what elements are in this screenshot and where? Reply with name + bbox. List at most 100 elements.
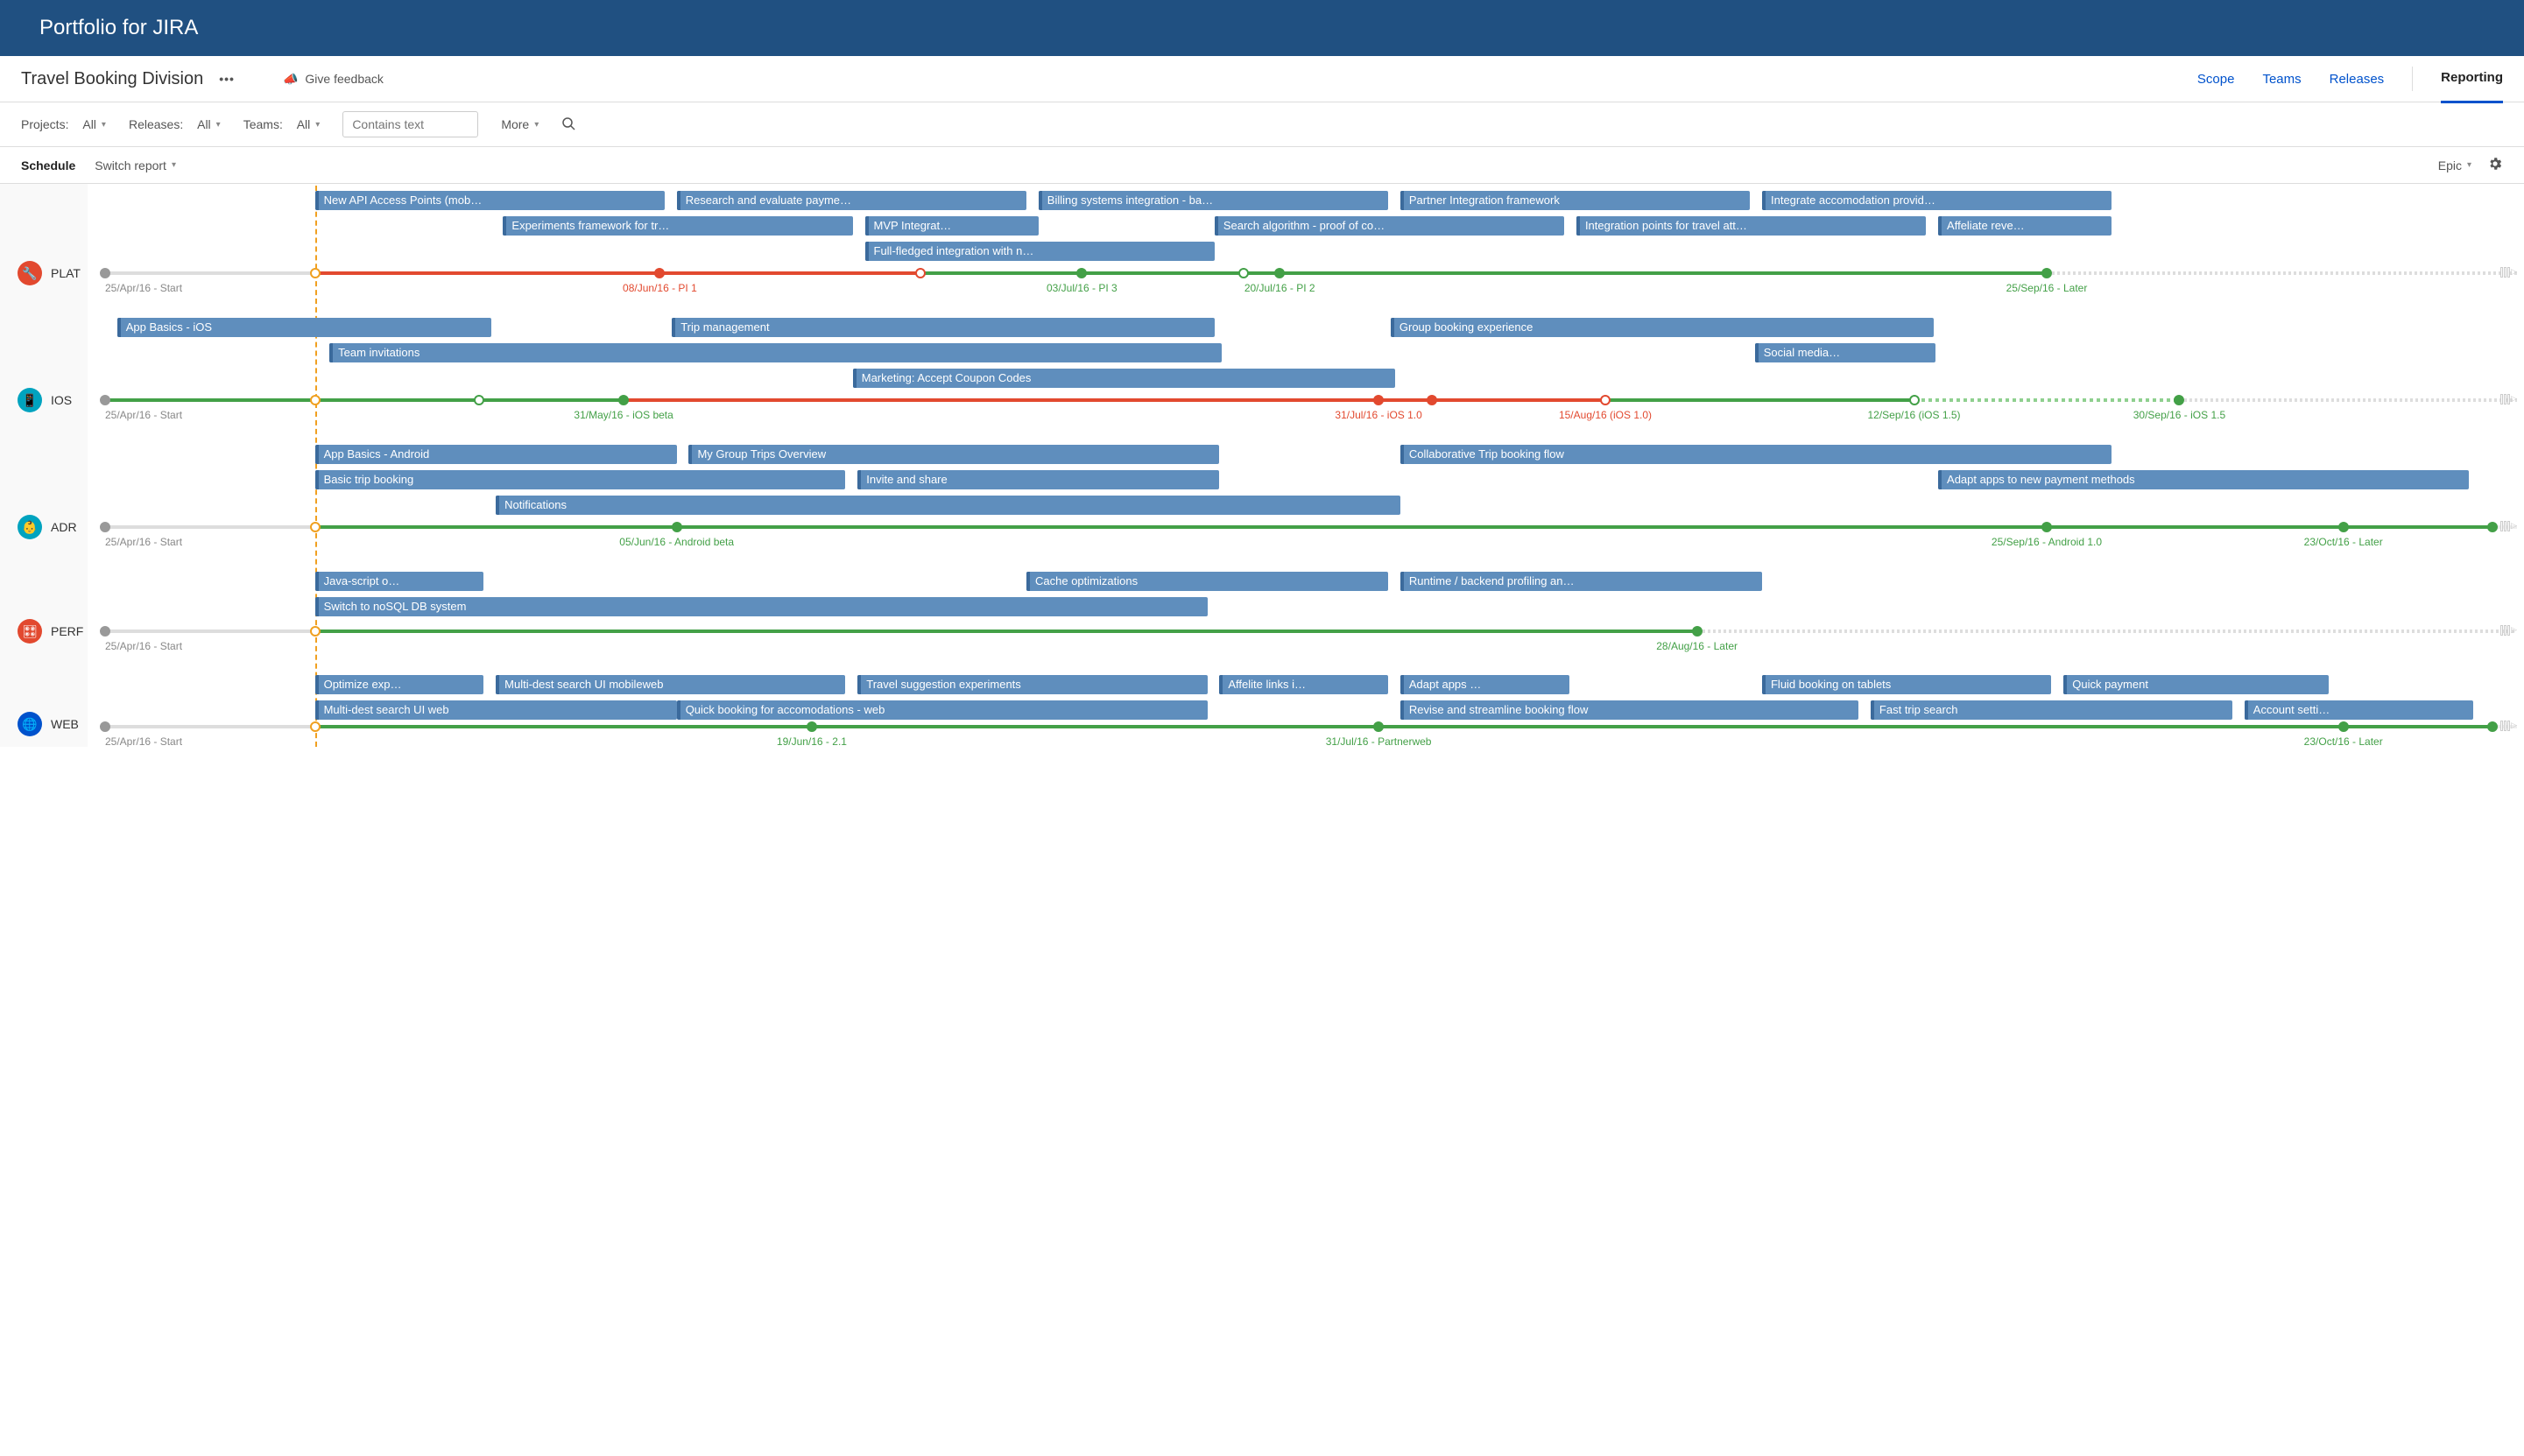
track-overflow-icon: ▷: [2500, 721, 2517, 731]
epic-bar[interactable]: Trip management: [672, 318, 1215, 337]
epic-bar[interactable]: Java-script o…: [315, 572, 484, 591]
epic-bar[interactable]: Marketing: Accept Coupon Codes: [853, 369, 1396, 388]
epic-bar[interactable]: Research and evaluate payme…: [677, 191, 1026, 210]
epic-bar[interactable]: Partner Integration framework: [1400, 191, 1750, 210]
team-label: IOS: [51, 393, 72, 407]
track-overflow-icon: ▷: [2500, 394, 2517, 404]
epic-bar[interactable]: Group booking experience: [1391, 318, 1934, 337]
epic-bar[interactable]: Revise and streamline booking flow: [1400, 700, 1858, 720]
epic-bar[interactable]: MVP Integrat…: [865, 216, 1039, 236]
epic-bar[interactable]: Quick booking for accomodations - web: [677, 700, 1208, 720]
nav-tabs: Scope Teams Releases Reporting: [2197, 67, 2503, 91]
team-row[interactable]: 🎛PERF: [9, 619, 83, 644]
release-marker[interactable]: [310, 522, 321, 532]
epic-bar[interactable]: Collaborative Trip booking flow: [1400, 445, 2112, 464]
epic-bar[interactable]: Travel suggestion experiments: [857, 675, 1207, 694]
release-marker[interactable]: [1274, 268, 1285, 278]
release-marker[interactable]: [2041, 268, 2052, 278]
release-marker[interactable]: [100, 626, 110, 637]
release-marker[interactable]: [915, 268, 926, 278]
release-marker[interactable]: [654, 268, 665, 278]
release-marker[interactable]: [100, 522, 110, 532]
release-marker[interactable]: [310, 721, 321, 732]
release-marker[interactable]: [100, 395, 110, 405]
filter-teams[interactable]: Teams: All ▾: [243, 117, 321, 131]
epic-bar[interactable]: Social media…: [1755, 343, 1936, 362]
tab-reporting[interactable]: Reporting: [2441, 70, 2503, 103]
release-marker[interactable]: [1373, 721, 1384, 732]
epic-bar[interactable]: Integrate accomodation provid…: [1762, 191, 2112, 210]
epic-bar[interactable]: Full-fledged integration with n…: [865, 242, 1215, 261]
hierarchy-select[interactable]: Epic ▾: [2438, 158, 2471, 172]
feedback-link[interactable]: 📣 Give feedback: [283, 72, 384, 87]
chevron-down-icon: ▾: [102, 120, 106, 130]
release-marker[interactable]: [1076, 268, 1087, 278]
release-marker[interactable]: [1427, 395, 1437, 405]
team-row[interactable]: 📱IOS: [9, 388, 72, 412]
release-marker[interactable]: [2338, 721, 2349, 732]
epic-bar[interactable]: Billing systems integration - ba…: [1039, 191, 1388, 210]
team-label: PERF: [51, 624, 83, 638]
epic-bar[interactable]: Quick payment: [2063, 675, 2329, 694]
release-marker[interactable]: [1238, 268, 1249, 278]
release-marker[interactable]: [1692, 626, 1703, 637]
epic-bar[interactable]: Runtime / backend profiling an…: [1400, 572, 1762, 591]
release-marker[interactable]: [2174, 395, 2184, 405]
release-marker[interactable]: [2487, 522, 2498, 532]
epic-bar[interactable]: Adapt apps …: [1400, 675, 1569, 694]
release-marker[interactable]: [1600, 395, 1611, 405]
release-marker[interactable]: [100, 721, 110, 732]
epic-bar[interactable]: Optimize exp…: [315, 675, 484, 694]
epic-bar[interactable]: New API Access Points (mob…: [315, 191, 665, 210]
epic-bar[interactable]: Multi-dest search UI mobileweb: [496, 675, 845, 694]
epic-bar[interactable]: Account setti…: [2245, 700, 2474, 720]
epic-bar[interactable]: Switch to noSQL DB system: [315, 597, 1208, 616]
release-marker[interactable]: [672, 522, 682, 532]
tab-teams[interactable]: Teams: [2262, 72, 2301, 87]
release-marker[interactable]: [2338, 522, 2349, 532]
epic-bar[interactable]: Team invitations: [329, 343, 1222, 362]
filter-text-input[interactable]: [342, 111, 478, 137]
epic-bar[interactable]: Search algorithm - proof of co…: [1215, 216, 1564, 236]
release-marker[interactable]: [310, 395, 321, 405]
release-marker[interactable]: [1373, 395, 1384, 405]
chevron-down-icon: ▾: [534, 120, 539, 130]
epic-bar[interactable]: Cache optimizations: [1026, 572, 1388, 591]
epic-bar[interactable]: Adapt apps to new payment methods: [1938, 470, 2469, 489]
epic-bar[interactable]: Affeliate reve…: [1938, 216, 2112, 236]
release-marker[interactable]: [807, 721, 817, 732]
team-row[interactable]: 🌐WEB: [9, 712, 79, 736]
search-icon[interactable]: [561, 116, 575, 133]
release-marker[interactable]: [2487, 721, 2498, 732]
release-marker[interactable]: [2041, 522, 2052, 532]
release-marker[interactable]: [1909, 395, 1920, 405]
epic-bar[interactable]: Experiments framework for tr…: [503, 216, 852, 236]
release-marker[interactable]: [100, 268, 110, 278]
epic-bar[interactable]: App Basics - Android: [315, 445, 677, 464]
release-marker[interactable]: [310, 268, 321, 278]
switch-report[interactable]: Switch report ▾: [95, 158, 176, 172]
epic-bar[interactable]: My Group Trips Overview: [688, 445, 1219, 464]
filter-projects[interactable]: Projects: All ▾: [21, 117, 106, 131]
release-marker[interactable]: [474, 395, 484, 405]
epic-bar[interactable]: Affelite links i…: [1219, 675, 1388, 694]
epic-bar[interactable]: Invite and share: [857, 470, 1219, 489]
gear-icon[interactable]: [2487, 156, 2503, 174]
epic-bar[interactable]: Multi-dest search UI web: [315, 700, 677, 720]
release-marker[interactable]: [310, 626, 321, 637]
epic-bar[interactable]: Notifications: [496, 496, 1400, 515]
epic-bar[interactable]: Fast trip search: [1871, 700, 2232, 720]
epic-bar[interactable]: Basic trip booking: [315, 470, 846, 489]
tab-scope[interactable]: Scope: [2197, 72, 2235, 87]
tab-releases[interactable]: Releases: [2330, 72, 2385, 87]
team-row[interactable]: 👶ADR: [9, 515, 77, 539]
epic-bar[interactable]: Fluid booking on tablets: [1762, 675, 2051, 694]
timeline-canvas[interactable]: New API Access Points (mob… Research and …: [88, 184, 2524, 747]
plan-more-icon[interactable]: •••: [219, 72, 235, 86]
filter-releases[interactable]: Releases: All ▾: [129, 117, 221, 131]
epic-bar[interactable]: Integration points for travel att…: [1576, 216, 1926, 236]
release-marker[interactable]: [618, 395, 629, 405]
epic-bar[interactable]: App Basics - iOS: [117, 318, 491, 337]
filter-more[interactable]: More ▾: [501, 117, 539, 131]
team-row[interactable]: 🔧PLAT: [9, 261, 81, 285]
